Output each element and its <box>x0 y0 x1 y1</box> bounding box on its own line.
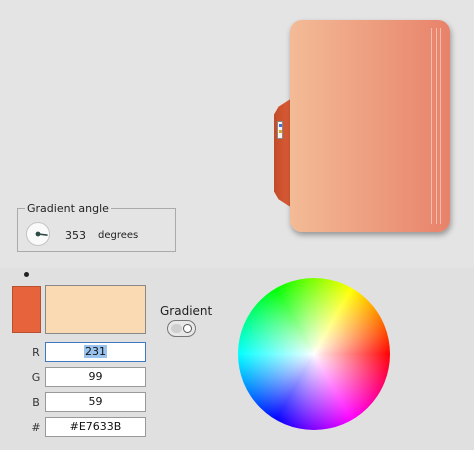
secondary-color-swatch[interactable] <box>45 285 146 334</box>
green-label: G <box>31 371 41 384</box>
color-wheel-icon[interactable] <box>238 278 390 430</box>
blue-label: B <box>32 396 40 409</box>
blue-field-value: 59 <box>88 395 103 408</box>
folder-highlight-line <box>440 28 441 224</box>
gradient-toggle[interactable] <box>167 320 196 337</box>
gradient-label: Gradient <box>160 304 213 318</box>
red-field[interactable]: 231 <box>45 342 146 362</box>
red-label: R <box>32 346 40 359</box>
green-field[interactable]: 99 <box>45 367 146 387</box>
folder-tab-badge-icon <box>277 121 283 139</box>
selected-swatch-indicator <box>24 272 29 277</box>
red-field-value: 231 <box>84 345 107 358</box>
gradient-angle-legend: Gradient angle <box>25 202 111 215</box>
gradient-angle-group: Gradient angle 353 degrees <box>17 202 176 252</box>
blue-field[interactable]: 59 <box>45 392 146 412</box>
folder-highlight-line <box>431 28 432 224</box>
hex-field[interactable]: #E7633B <box>45 417 146 437</box>
angle-value[interactable]: 353 <box>65 229 86 242</box>
green-field-value: 99 <box>88 370 103 383</box>
toggle-knob <box>183 324 192 333</box>
current-color-swatch[interactable] <box>12 286 41 333</box>
folder-preview-icon <box>270 18 452 236</box>
folder-front <box>290 20 450 232</box>
angle-unit-label: degrees <box>98 230 139 241</box>
folder-highlight-line <box>436 28 437 224</box>
hex-label: # <box>31 421 41 434</box>
hex-field-value: #E7633B <box>69 420 122 433</box>
color-wheel-saturation <box>238 278 390 430</box>
angle-dial-icon[interactable] <box>26 222 50 246</box>
